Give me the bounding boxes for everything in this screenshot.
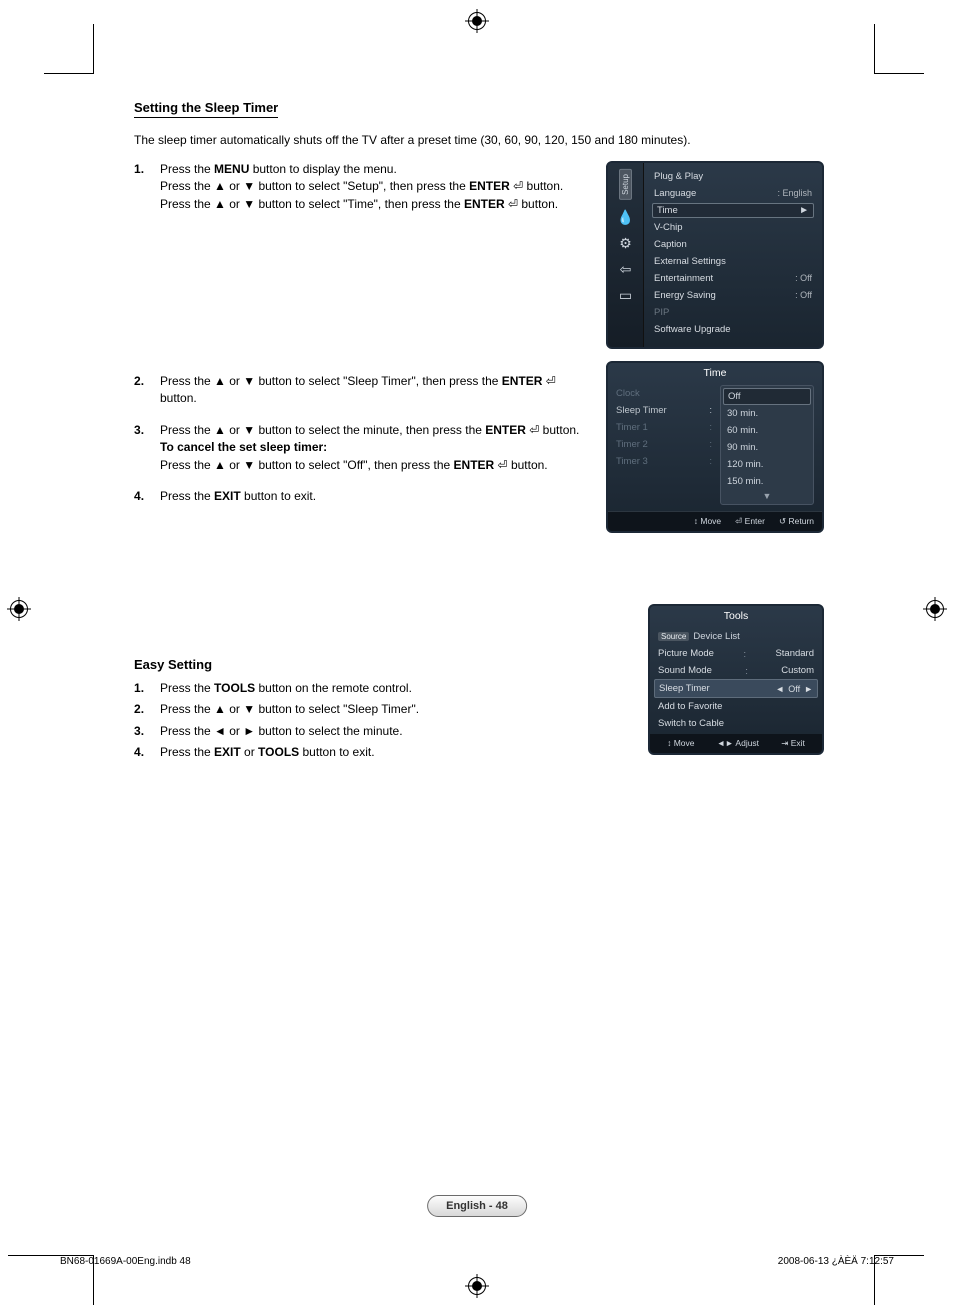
osd-main-list: Plug & Play Language: English Time► V-Chip C… xyxy=(644,163,822,347)
crop-mark-tr xyxy=(874,24,924,74)
intro-text: The sleep timer automatically shuts off … xyxy=(134,132,824,149)
tv-icon: ▭ xyxy=(618,288,634,304)
tools-title: Tools xyxy=(650,606,822,626)
registration-mark-bottom xyxy=(468,1277,486,1295)
osd-sidebar: Setup 💧 ⚙ ⇦ ▭ xyxy=(608,163,644,347)
crop-mark-tl xyxy=(44,24,94,74)
page-number-badge: English - 48 xyxy=(427,1195,527,1217)
section-title: Setting the Sleep Timer xyxy=(134,100,278,118)
footer-right: 2008-06-13 ¿ÀÈÄ 7:12:57 xyxy=(778,1256,894,1267)
chevron-right-icon: ► xyxy=(804,684,813,694)
osd-time-menu: Time ClockSleep Timer:Timer 1:Timer 2:Ti… xyxy=(606,361,824,533)
osd-time-option: Off xyxy=(723,388,811,405)
osd-setup-item: Entertainment: Off xyxy=(652,271,814,286)
footer-left: BN68-01669A-00Eng.indb 48 xyxy=(60,1256,191,1267)
osd-setup-item: External Settings xyxy=(652,254,814,269)
tools-row: SourceDevice List xyxy=(654,628,818,645)
osd-time-option: 150 min. xyxy=(721,473,813,490)
osd-sidebar-label: Setup xyxy=(619,169,632,200)
registration-mark-left xyxy=(10,600,28,618)
foot-move: ↕ Move xyxy=(694,516,721,527)
osd-tools-menu: Tools SourceDevice ListPicture Mode:Stan… xyxy=(648,604,824,755)
osd-time-left-item: Timer 1: xyxy=(616,419,712,436)
registration-mark-top xyxy=(468,12,486,30)
osd-time-left-item: Sleep Timer: xyxy=(616,402,712,419)
osd-time-option: 120 min. xyxy=(721,456,813,473)
osd-time-title: Time xyxy=(608,363,822,385)
osd-setup-item: Time► xyxy=(652,203,814,218)
registration-mark-right xyxy=(926,600,944,618)
osd-setup-menu: Setup 💧 ⚙ ⇦ ▭ Plug & Play Language: Engli… xyxy=(606,161,824,349)
chevron-left-icon: ◄ xyxy=(775,684,784,694)
osd-setup-item: Energy Saving: Off xyxy=(652,288,814,303)
tools-body: SourceDevice ListPicture Mode:StandardSo… xyxy=(650,626,822,734)
tools-row: Sound Mode:Custom xyxy=(654,662,818,679)
osd-setup-item: Caption xyxy=(652,237,814,252)
osd-setup-item: Software Upgrade xyxy=(652,322,814,337)
osd-time-footer: ↕ Move ⏎ Enter ↺ Return xyxy=(608,511,822,531)
osd-time-left-list: ClockSleep Timer:Timer 1:Timer 2:Timer 3… xyxy=(616,385,712,505)
osd-setup-item: Plug & Play xyxy=(652,169,814,184)
osd-setup-item: Language: English xyxy=(652,186,814,201)
chevron-down-icon: ▼ xyxy=(721,490,813,502)
tools-row: Switch to Cable xyxy=(654,715,818,732)
foot-return: ↺ Return xyxy=(779,516,814,527)
step-item: Press the ▲ or ▼ button to select "Sleep… xyxy=(134,373,592,408)
step-item: Press the EXIT button to exit. xyxy=(134,488,592,505)
osd-setup-item: PIP xyxy=(652,305,814,320)
osd-time-options: Off30 min.60 min.90 min.120 min.150 min.… xyxy=(720,385,814,505)
foot-enter: ⏎ Enter xyxy=(735,516,765,527)
gear-icon: ⚙ xyxy=(618,236,634,252)
osd-time-left-item: Clock xyxy=(616,385,712,402)
tools-foot-exit: ⇥ Exit xyxy=(781,738,805,749)
step-item: Press the ▲ or ▼ button to select the mi… xyxy=(134,422,592,474)
tools-footer: ↕ Move ◄► Adjust ⇥ Exit xyxy=(650,734,822,753)
tools-row: Sleep Timer◄ Off ► xyxy=(654,679,818,698)
waterdrop-icon: 💧 xyxy=(618,210,634,226)
osd-time-left-item: Timer 2: xyxy=(616,436,712,453)
osd-setup-item: V-Chip xyxy=(652,220,814,235)
steps-list: Press the MENU button to display the men… xyxy=(134,161,592,506)
tools-foot-adjust: ◄► Adjust xyxy=(717,738,759,749)
osd-time-left-item: Timer 3: xyxy=(616,453,712,470)
osd-time-option: 90 min. xyxy=(721,439,813,456)
step-item: Press the MENU button to display the men… xyxy=(134,161,592,213)
print-footer: BN68-01669A-00Eng.indb 48 2008-06-13 ¿ÀÈ… xyxy=(60,1256,894,1267)
osd-time-option: 60 min. xyxy=(721,422,813,439)
tools-row: Add to Favorite xyxy=(654,698,818,715)
tools-row: Picture Mode:Standard xyxy=(654,645,818,662)
input-icon: ⇦ xyxy=(618,262,634,278)
tools-foot-move: ↕ Move xyxy=(667,738,694,749)
osd-time-option: 30 min. xyxy=(721,405,813,422)
